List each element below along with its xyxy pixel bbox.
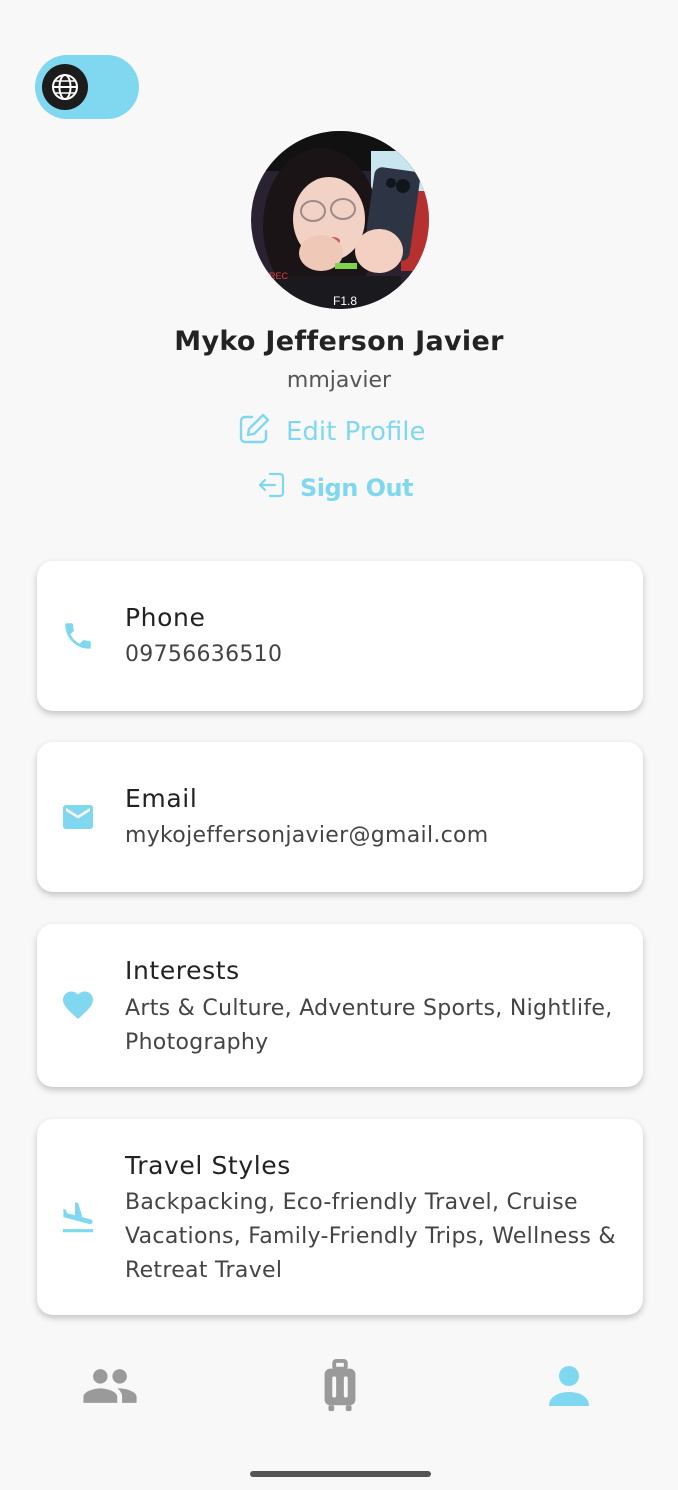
people-icon [81, 1361, 139, 1415]
luggage-icon [320, 1359, 360, 1417]
phone-card: Phone 09756636510 [37, 561, 643, 711]
edit-profile-label: Edit Profile [286, 417, 426, 447]
phone-value: 09756636510 [125, 642, 283, 667]
svg-text:REC: REC [269, 271, 289, 281]
phone-icon [59, 617, 97, 655]
home-indicator [250, 1471, 431, 1477]
globe-icon [42, 64, 88, 110]
svg-text:F1.8: F1.8 [333, 294, 357, 308]
interests-title: Interests [125, 956, 240, 985]
heart-icon [59, 986, 97, 1024]
email-card: Email mykojeffersonjavier@gmail.com [37, 742, 643, 892]
phone-title: Phone [125, 603, 206, 632]
language-toggle[interactable] [35, 55, 139, 119]
interests-card: Interests Arts & Culture, Adventure Spor… [37, 924, 643, 1087]
nav-trips[interactable] [308, 1358, 372, 1418]
email-icon [59, 798, 97, 836]
airplane-landing-icon [59, 1199, 97, 1237]
interests-value: Arts & Culture, Adventure Sports, Nightl… [125, 996, 613, 1055]
profile-username: mmjavier [286, 368, 392, 393]
avatar: F1.8 REC [251, 131, 429, 309]
sign-out-label: Sign Out [300, 474, 414, 502]
sign-out-icon [256, 469, 288, 507]
travel-styles-title: Travel Styles [125, 1151, 291, 1180]
edit-profile-button[interactable]: Edit Profile [236, 412, 425, 452]
nav-people[interactable] [78, 1358, 142, 1418]
email-title: Email [125, 784, 198, 813]
edit-icon [236, 411, 272, 454]
travel-styles-value: Backpacking, Eco-friendly Travel, Cruise… [125, 1190, 616, 1283]
profile-name: Myko Jefferson Javier [174, 326, 504, 357]
person-icon [545, 1361, 593, 1415]
travel-styles-card: Travel Styles Backpacking, Eco-friendly … [37, 1119, 643, 1315]
sign-out-button[interactable]: Sign Out [256, 468, 414, 508]
nav-profile[interactable] [537, 1358, 601, 1418]
email-value: mykojeffersonjavier@gmail.com [125, 823, 489, 848]
